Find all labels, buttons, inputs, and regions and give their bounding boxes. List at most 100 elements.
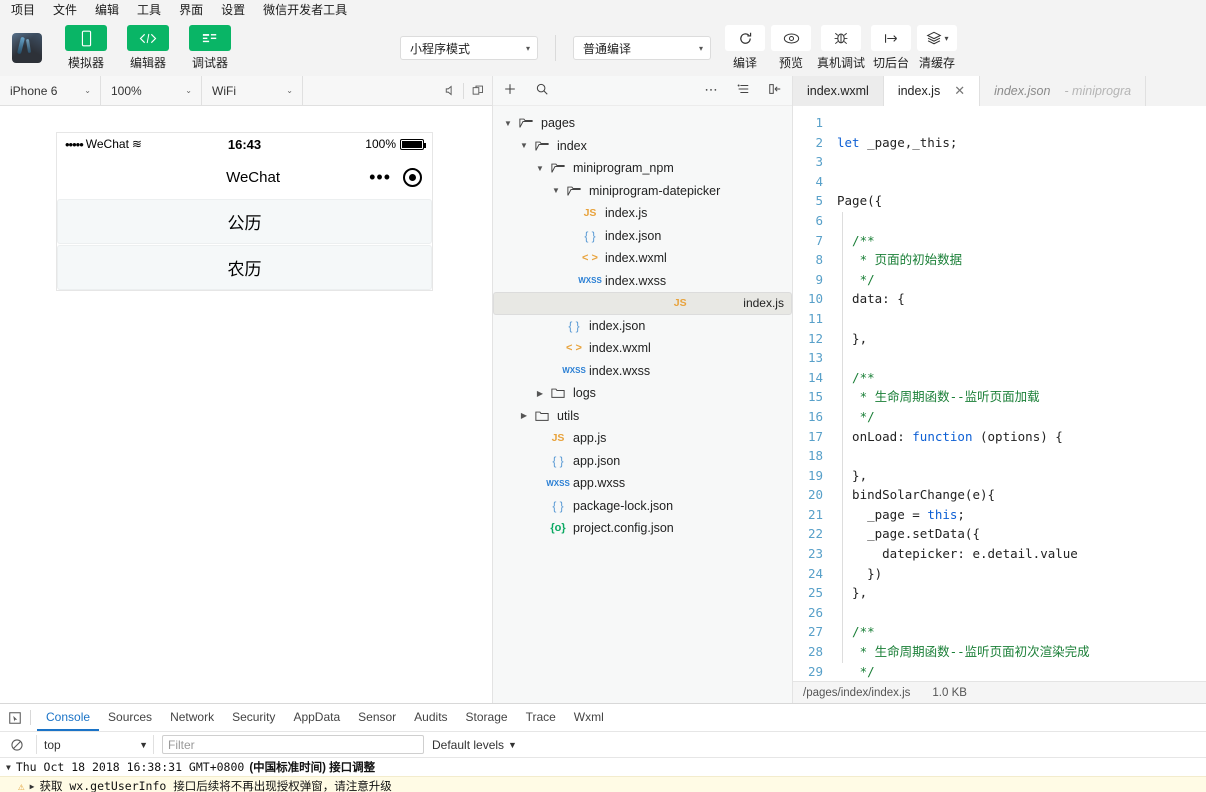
tree-file[interactable]: {o} project.config.json (493, 517, 792, 540)
mode-select[interactable]: 小程序模式 ▾ (400, 36, 538, 60)
explorer-toolbar (493, 76, 792, 106)
devtools-tab-security[interactable]: Security (223, 704, 284, 731)
code-editor[interactable]: 1 2 3 4 5 6 7 8 9 10 11 12 13 14 15 16 17 18 19 20 21 22 23 24 2… (793, 106, 1206, 681)
chevron-down-icon[interactable]: ▼ (549, 186, 563, 195)
close-circle-icon[interactable] (403, 167, 422, 187)
network-select[interactable]: WiFi ⌄ (202, 75, 303, 106)
menu-item-2[interactable]: 编辑 (86, 0, 128, 20)
devtools-tab-sensor[interactable]: Sensor (349, 704, 405, 731)
line-number: 10 (807, 291, 823, 307)
workspace: iPhone 6 ⌄ 100% ⌄ WiFi ⌄ ••••• WeChat ≋ … (0, 75, 1206, 703)
console-log-row[interactable]: ▼ Thu Oct 18 2018 16:38:31 GMT+0800 (中国标准… (0, 758, 1206, 776)
main-toolbar: 模拟器 编辑器 调试器 小程序模式 ▾ 普通编译 ▾ 编译 预览 真机调试 切后台 ▾ 清缓存 (0, 20, 1206, 76)
folder-icon (531, 140, 553, 152)
tree-folder[interactable]: ▼ pages (493, 112, 792, 135)
console-levels-select[interactable]: Default levels ▼ (432, 738, 517, 752)
console-warning-row[interactable]: ⚠ ▶ 获取 wx.getUserInfo 接口后续将不再出现授权弹窗，请注意升级 (0, 776, 1206, 792)
debug-icon (189, 25, 231, 51)
tree-file[interactable]: JS index.js (493, 292, 792, 315)
more-icon[interactable]: ••• (369, 168, 391, 186)
collapse-panel-icon[interactable] (768, 82, 782, 99)
device-select[interactable]: iPhone 6 ⌄ (0, 75, 101, 106)
tree-file[interactable]: { } app.json (493, 450, 792, 473)
console-context-select[interactable]: top ▼ (36, 735, 154, 754)
line-number: 26 (807, 604, 823, 620)
tree-file[interactable]: WXSS index.wxss (493, 360, 792, 383)
clear-console-icon[interactable] (6, 738, 28, 752)
tree-file[interactable]: JS index.js (493, 202, 792, 225)
tree-file[interactable]: JS app.js (493, 427, 792, 450)
tree-file[interactable]: < > index.wxml (493, 247, 792, 270)
calendar-button-0[interactable]: 公历 (57, 199, 432, 244)
outline-icon[interactable] (736, 82, 750, 99)
project-thumbnail (12, 33, 42, 63)
menu-item-1[interactable]: 文件 (44, 0, 86, 20)
line-number: 4 (815, 173, 823, 189)
panel-toggle-模拟器[interactable]: 模拟器 (64, 25, 108, 71)
chevron-down-icon[interactable]: ▼ (517, 141, 531, 150)
zoom-select[interactable]: 100% ⌄ (101, 75, 202, 106)
tree-file[interactable]: { } index.json (493, 225, 792, 248)
menu-item-3[interactable]: 工具 (128, 0, 170, 20)
chevron-right-icon[interactable]: ▶ (533, 389, 547, 398)
phone-icon (65, 25, 107, 51)
tree-folder[interactable]: ▼ index (493, 135, 792, 158)
tree-item-label: app.json (573, 453, 621, 468)
toolbar-action-编译[interactable]: 编译 (725, 25, 765, 71)
panel-toggle-调试器[interactable]: 调试器 (188, 25, 232, 71)
rotate-icon[interactable] (464, 84, 492, 97)
devtools-tab-wxml[interactable]: Wxml (565, 704, 613, 731)
toolbar-action-切后台[interactable]: 切后台 (871, 25, 912, 71)
tree-item-label: index.wxss (589, 363, 651, 378)
add-icon[interactable] (503, 82, 517, 99)
menu-item-6[interactable]: 微信开发者工具 (254, 0, 356, 20)
panel-toggle-编辑器[interactable]: 编辑器 (126, 25, 170, 71)
compile-select[interactable]: 普通编译 ▾ (573, 36, 711, 60)
tree-file[interactable]: < > index.wxml (493, 337, 792, 360)
menu-item-0[interactable]: 项目 (2, 0, 44, 20)
calendar-button-1[interactable]: 农历 (57, 245, 432, 290)
editor-tab[interactable]: index.wxml (793, 76, 884, 106)
more-icon[interactable] (704, 82, 718, 99)
devtools-tab-console[interactable]: Console (37, 704, 99, 731)
tree-file[interactable]: WXSS index.wxss (493, 270, 792, 293)
console-output: ▼ Thu Oct 18 2018 16:38:31 GMT+0800 (中国标准… (0, 758, 1206, 792)
editor-tab[interactable]: index.js ✕ (883, 76, 981, 106)
toolbar-action-真机调试[interactable]: 真机调试 (817, 25, 865, 71)
devtools-tab-storage[interactable]: Storage (457, 704, 517, 731)
line-number: 25 (807, 585, 823, 601)
devtools-tab-appdata[interactable]: AppData (284, 704, 349, 731)
devtools-tab-sources[interactable]: Sources (99, 704, 161, 731)
tree-folder[interactable]: ▼ miniprogram-datepicker (493, 180, 792, 203)
search-icon[interactable] (535, 82, 549, 99)
editor-tab-label: index.json (994, 84, 1051, 98)
devtools-tab-trace[interactable]: Trace (517, 704, 565, 731)
close-icon[interactable]: ✕ (954, 83, 965, 99)
chevron-down-icon[interactable]: ▼ (501, 119, 515, 128)
devtools-tab-network[interactable]: Network (161, 704, 223, 731)
console-filter-input[interactable]: Filter (162, 735, 424, 754)
tree-file[interactable]: { } package-lock.json (493, 495, 792, 518)
code-line: let _page,_this; (837, 134, 958, 150)
tree-folder[interactable]: ▶ logs (493, 382, 792, 405)
expand-arrow-icon[interactable]: ▶ (30, 782, 35, 791)
toolbar-action-清缓存[interactable]: ▾ 清缓存 (917, 25, 958, 71)
tree-folder[interactable]: ▶ utils (493, 405, 792, 428)
chevron-down-icon[interactable]: ▼ (533, 164, 547, 173)
tree-folder[interactable]: ▼ miniprogram_npm (493, 157, 792, 180)
devtools-tab-audits[interactable]: Audits (405, 704, 456, 731)
expand-arrow-icon[interactable]: ▼ (6, 763, 11, 772)
volume-icon[interactable] (435, 84, 463, 97)
editor-tab[interactable]: index.json - miniprogra (980, 76, 1147, 106)
tree-file[interactable]: { } index.json (493, 315, 792, 338)
code-line: _page = this; (837, 506, 965, 522)
capsule-buttons[interactable]: ••• (369, 167, 422, 187)
menu-item-4[interactable]: 界面 (170, 0, 212, 20)
inspect-icon[interactable] (0, 711, 30, 725)
tree-file[interactable]: WXSS app.wxss (493, 472, 792, 495)
menu-item-5[interactable]: 设置 (212, 0, 254, 20)
toolbar-action-预览[interactable]: 预览 (771, 25, 811, 71)
chevron-down-icon: ⌄ (185, 86, 192, 95)
chevron-right-icon[interactable]: ▶ (517, 411, 531, 420)
